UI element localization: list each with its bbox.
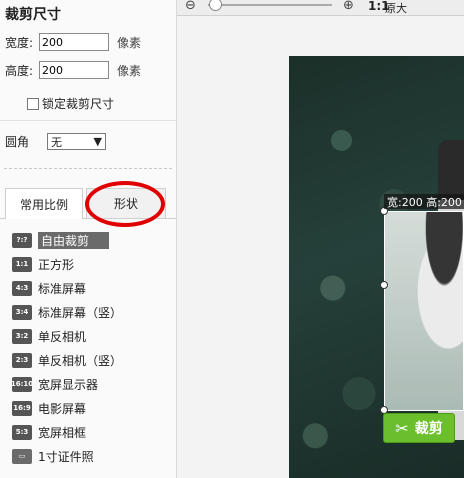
corner-label: 圆角	[5, 135, 30, 149]
zoom-out-icon[interactable]: ⊖	[185, 0, 196, 13]
ratio-label: 宽屏显示器	[38, 377, 99, 392]
width-label: 宽度:	[5, 35, 34, 50]
ratio-item-16-9[interactable]: 16:9 电影屏幕	[12, 398, 86, 418]
crop-selection-box[interactable]	[384, 211, 464, 411]
ratio-label: 单反相机（竖）	[38, 353, 123, 368]
ratio-badge: 3:4	[12, 304, 32, 320]
ratio-badge: 5:3	[12, 424, 32, 440]
ratio-label: 自由裁剪	[38, 231, 110, 249]
ratio-label: 1寸证件照	[38, 449, 94, 464]
corner-row: 圆角 无 ▼	[5, 133, 107, 150]
lock-size-checkbox[interactable]	[27, 97, 39, 110]
zoom-slider-track[interactable]	[208, 4, 332, 6]
ratio-badge: 3:2	[12, 328, 32, 344]
ratio-badge: ?:?	[12, 232, 32, 248]
ratio-label: 标准屏幕（竖）	[38, 305, 123, 320]
width-input[interactable]	[39, 33, 109, 51]
ratio-label: 标准屏幕	[38, 281, 87, 296]
dotted-divider	[4, 168, 172, 169]
crop-button[interactable]: ✂ 裁剪	[383, 413, 455, 443]
tab-common-ratios-label: 常用比例	[19, 197, 68, 212]
crop-settings-panel: 裁剪尺寸 宽度: 像素 高度: 像素 锁定裁剪尺寸 圆角 无 ▼ 常用比例 形状…	[0, 0, 177, 478]
height-row: 高度: 像素	[5, 61, 141, 79]
scissors-icon: ✂	[395, 418, 409, 438]
ratio-badge: 16:9	[12, 400, 32, 416]
ratio-label: 电影屏幕	[38, 401, 87, 416]
ratio-item-3-4[interactable]: 3:4 标准屏幕（竖）	[12, 302, 122, 322]
ratio-item-free[interactable]: ?:? 自由裁剪	[12, 230, 110, 250]
width-row: 宽度: 像素	[5, 33, 141, 51]
ratio-item-5-3[interactable]: 5:3 宽屏相框	[12, 422, 86, 442]
divider	[0, 120, 176, 121]
ratio-label: 正方形	[38, 257, 75, 272]
ratio-label: 单反相机	[38, 329, 87, 344]
crop-handle-left[interactable]	[380, 281, 388, 289]
crop-dimensions-label: 宽:200 高:200	[384, 194, 464, 209]
ratio-item-id-photo[interactable]: ▭ 1寸证件照	[12, 446, 94, 466]
chevron-down-icon: ▼	[93, 135, 103, 148]
ratio-badge: 1:1	[12, 256, 32, 272]
corner-select[interactable]: 无 ▼	[47, 133, 107, 150]
lock-size-label: 锁定裁剪尺寸	[42, 97, 115, 111]
lock-size-toggle[interactable]: 锁定裁剪尺寸	[27, 95, 114, 112]
ratio-item-2-3[interactable]: 2:3 单反相机（竖）	[12, 350, 122, 370]
width-unit: 像素	[117, 35, 142, 50]
tab-common-ratios[interactable]: 常用比例	[5, 188, 83, 219]
height-input[interactable]	[39, 61, 109, 79]
ratio-label: 宽屏相框	[38, 425, 87, 440]
ratio-badge: 4:3	[12, 280, 32, 296]
ratio-item-3-2[interactable]: 3:2 单反相机	[12, 326, 86, 346]
crop-size-title: 裁剪尺寸	[5, 7, 61, 23]
ratio-badge: 16:10	[11, 376, 33, 392]
height-label: 高度:	[5, 63, 34, 78]
ratio-item-square[interactable]: 1:1 正方形	[12, 254, 74, 274]
zoom-in-icon[interactable]: ⊕	[343, 0, 354, 13]
id-card-icon: ▭	[12, 448, 32, 464]
annotation-circle	[85, 181, 165, 227]
corner-selected-value: 无	[51, 135, 63, 149]
ratio-item-4-3[interactable]: 4:3 标准屏幕	[12, 278, 86, 298]
ratio-badge: 2:3	[12, 352, 32, 368]
height-unit: 像素	[117, 63, 142, 78]
ratio-item-16-10[interactable]: 16:10 宽屏显示器	[11, 374, 99, 394]
original-size-label[interactable]: 原大	[385, 0, 407, 16]
crop-button-label: 裁剪	[414, 421, 443, 437]
